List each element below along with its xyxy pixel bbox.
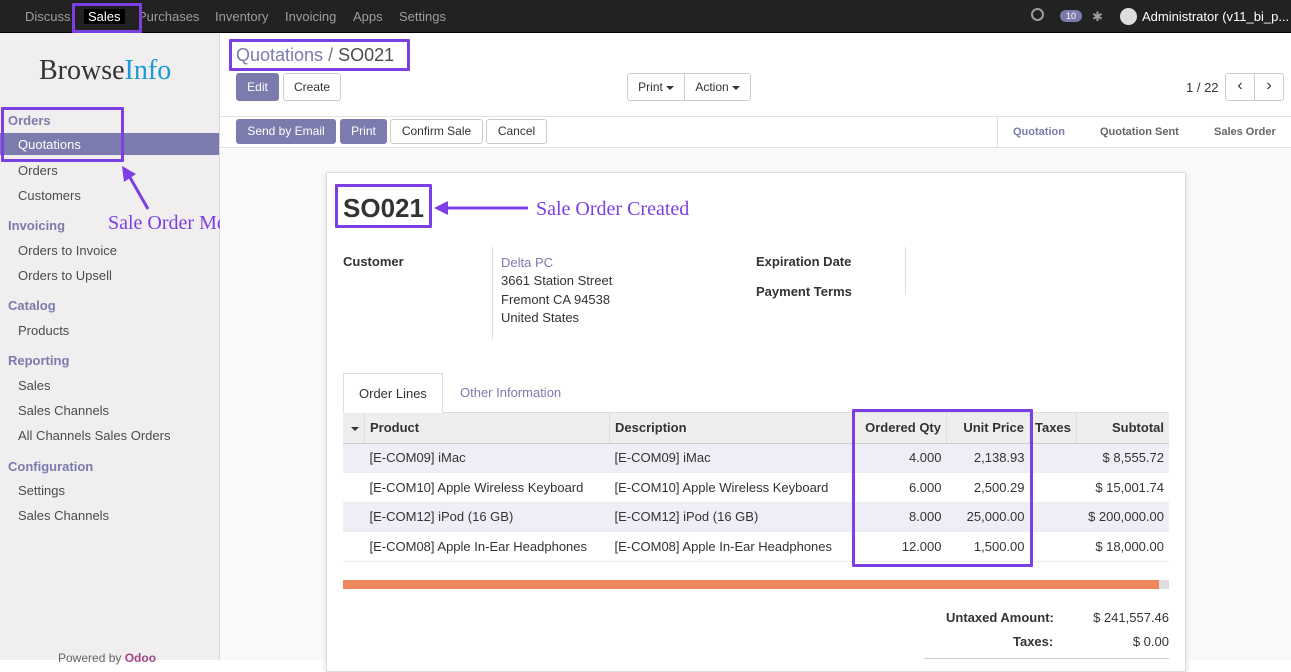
table-row[interactable]: [E-COM12] iPod (16 GB) [E-COM12] iPod (16… <box>343 502 1169 532</box>
untaxed-amount-value: $ 241,557.46 <box>1093 610 1169 625</box>
order-number-highlight-box <box>335 184 432 228</box>
send-by-email-button[interactable]: Send by Email <box>236 119 336 144</box>
caret-down-icon <box>731 85 740 90</box>
order-lines-table: Product Description Ordered Qty Unit Pri… <box>343 413 1169 562</box>
bug-icon[interactable]: ✱ <box>1092 9 1103 25</box>
sidebar-item-settings[interactable]: Settings <box>18 483 65 498</box>
menu-discuss[interactable]: Discuss <box>25 9 71 24</box>
customer-address-3: United States <box>501 310 580 325</box>
sidebar-item-sales-channels[interactable]: Sales Channels <box>18 403 109 418</box>
annotation-sale-order-created: Sale Order Created <box>536 198 690 220</box>
expiration-date-label: Expiration Date <box>756 254 852 269</box>
pager-next-button[interactable]: › <box>1254 73 1284 101</box>
sidebar-item-orders-to-invoice[interactable]: Orders to Invoice <box>18 243 117 258</box>
col-subtotal[interactable]: Subtotal <box>1076 413 1169 444</box>
edit-button[interactable]: Edit <box>236 73 279 101</box>
powered-by: Powered by Odoo <box>58 651 157 665</box>
untaxed-amount-label: Untaxed Amount: <box>946 610 1054 625</box>
tab-other-information[interactable]: Other Information <box>445 373 576 413</box>
customer-address-1: 3661 Station Street <box>501 273 613 288</box>
status-bar: Send by Email Print Confirm Sale Cancel … <box>220 116 1291 148</box>
print-dropdown[interactable]: Print <box>627 73 685 101</box>
menu-apps[interactable]: Apps <box>353 9 383 24</box>
col-taxes[interactable]: Taxes <box>1029 413 1077 444</box>
top-navbar: Discuss Sales Purchases Inventory Invoic… <box>0 0 1291 33</box>
progress-bar <box>343 580 1159 589</box>
action-dropdown[interactable]: Action <box>684 73 751 101</box>
print-button[interactable]: Print <box>340 119 387 144</box>
table-row[interactable]: [E-COM09] iMac [E-COM09] iMac 4.000 2,138.9… <box>343 443 1169 473</box>
user-menu[interactable]: Administrator (v11_bi_p... <box>1142 9 1289 24</box>
arrow-icon <box>122 166 150 210</box>
pager-prev-button[interactable]: ‹ <box>1225 73 1255 101</box>
table-row[interactable]: [E-COM08] Apple In-Ear Headphones [E-COM0… <box>343 531 1169 562</box>
stage-quotation[interactable]: Quotation <box>1013 117 1065 147</box>
arrow-left-icon <box>434 201 528 215</box>
sidebar-item-products[interactable]: Products <box>18 323 69 338</box>
notebook-tabs: Order Lines Other Information <box>343 373 1169 413</box>
sidebar-item-sales-channels-config[interactable]: Sales Channels <box>18 508 109 523</box>
form-sheet: SO021 Customer Delta PC 3661 Station Str… <box>326 172 1186 672</box>
sidebar-item-orders[interactable]: Orders <box>18 163 58 178</box>
customer-link[interactable]: Delta PC <box>501 255 553 270</box>
customer-label: Customer <box>343 254 404 269</box>
sidebar-item-orders-to-upsell[interactable]: Orders to Upsell <box>18 268 112 283</box>
menu-invoicing[interactable]: Invoicing <box>285 9 336 24</box>
avatar[interactable] <box>1120 8 1137 25</box>
qty-price-highlight-box <box>852 409 1033 567</box>
sidebar-section-catalog[interactable]: Catalog <box>8 298 56 313</box>
sort-caret-icon[interactable] <box>343 413 365 444</box>
sidebar-section-reporting[interactable]: Reporting <box>8 353 69 368</box>
menu-settings[interactable]: Settings <box>399 9 446 24</box>
taxes-value: $ 0.00 <box>1132 634 1169 649</box>
sidebar-section-configuration[interactable]: Configuration <box>8 459 93 474</box>
col-product[interactable]: Product <box>364 413 610 444</box>
cancel-button[interactable]: Cancel <box>486 119 547 144</box>
clock-icon[interactable] <box>1031 8 1044 21</box>
customer-address-2: Fremont CA 94538 <box>501 292 611 307</box>
col-description[interactable]: Description <box>609 413 855 444</box>
payment-terms-label: Payment Terms <box>756 284 852 299</box>
tab-order-lines[interactable]: Order Lines <box>343 373 443 413</box>
sidebar-section-invoicing[interactable]: Invoicing <box>8 218 65 233</box>
sidebar-item-all-channels[interactable]: All Channels Sales Orders <box>18 428 170 443</box>
pager[interactable]: 1 / 22 <box>1186 80 1219 95</box>
sales-highlight-box <box>72 3 142 33</box>
breadcrumb-highlight-box <box>229 39 410 71</box>
chat-icon[interactable]: 10 <box>1060 10 1082 22</box>
menu-purchases[interactable]: Purchases <box>138 9 199 24</box>
menu-inventory[interactable]: Inventory <box>215 9 268 24</box>
main-content: Quotations / SO021 Edit Create Print Act… <box>220 33 1291 672</box>
browseinfo-logo: BrowseInfo <box>39 55 172 86</box>
stage-quotation-sent[interactable]: Quotation Sent <box>1100 117 1179 147</box>
caret-down-icon <box>665 85 674 90</box>
sidebar-item-customers[interactable]: Customers <box>18 188 81 203</box>
confirm-sale-button[interactable]: Confirm Sale <box>390 119 483 144</box>
table-row[interactable]: [E-COM10] Apple Wireless Keyboard [E-COM1… <box>343 472 1169 503</box>
create-button[interactable]: Create <box>283 73 341 101</box>
orders-highlight-box <box>1 107 124 162</box>
sidebar-item-sales[interactable]: Sales <box>18 378 51 393</box>
taxes-label: Taxes: <box>1013 634 1054 649</box>
stage-sales-order[interactable]: Sales Order <box>1214 117 1276 147</box>
